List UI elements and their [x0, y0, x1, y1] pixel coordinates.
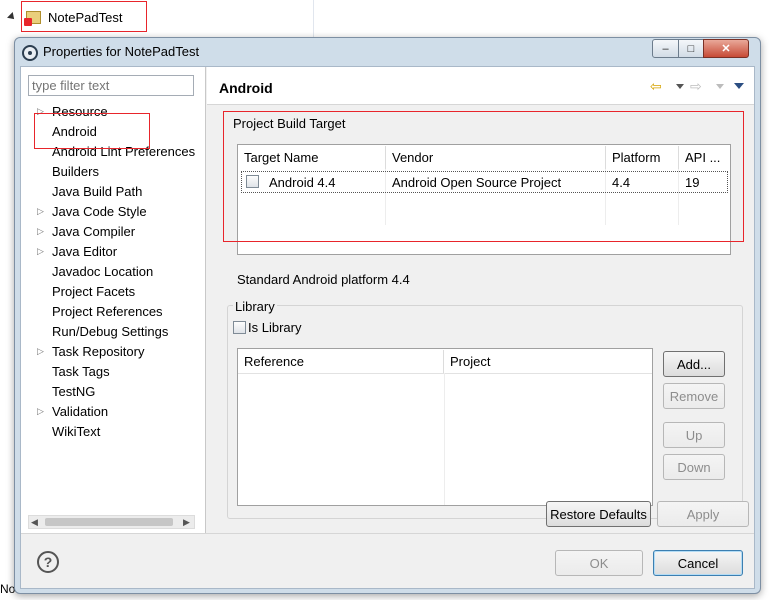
nav-item-label: Java Editor — [52, 243, 118, 259]
nav-item-java-compiler[interactable]: ▷ Java Compiler — [37, 221, 205, 241]
nav-item-java-editor[interactable]: ▷ Java Editor — [37, 241, 205, 261]
nav-item-label: Javadoc Location — [52, 263, 154, 279]
library-reference-table[interactable]: Reference Project — [237, 348, 653, 506]
properties-dialog: Properties for NotePadTest – □ ✕ ▷Resour… — [14, 37, 761, 594]
nav-item-label: Java Build Path — [52, 183, 143, 199]
expand-arrow-icon[interactable]: ▷ — [37, 246, 52, 257]
nav-item-task-repository[interactable]: ▷ Task Repository — [37, 341, 205, 361]
nav-item-label: TestNG — [52, 383, 96, 399]
horizontal-scrollbar[interactable]: ◀ ▶ — [28, 515, 195, 529]
target-description: Standard Android platform 4.4 — [237, 272, 410, 287]
nav-item-label: Builders — [52, 163, 99, 179]
nav-item-label: Validation — [52, 403, 109, 419]
dialog-title: Properties for NotePadTest — [43, 44, 200, 59]
explorer-divider — [313, 0, 314, 40]
expand-arrow-icon[interactable]: ▷ — [37, 206, 52, 217]
back-dropdown-icon[interactable] — [676, 84, 684, 89]
nav-item-label: Project Facets — [52, 283, 136, 299]
nav-item-project-facets[interactable]: Project Facets — [37, 281, 205, 301]
scroll-left-icon[interactable]: ◀ — [31, 517, 38, 528]
nav-item-run-debug-settings[interactable]: Run/Debug Settings — [37, 321, 205, 341]
page-header: Android ⇦ ⇨ — [207, 67, 754, 105]
close-button[interactable]: ✕ — [703, 39, 749, 58]
dialog-titlebar[interactable]: Properties for NotePadTest – □ ✕ — [15, 38, 760, 65]
nav-item-wikitext[interactable]: WikiText — [37, 421, 205, 441]
nav-item-java-build-path[interactable]: Java Build Path — [37, 181, 205, 201]
maximize-button[interactable]: □ — [678, 39, 704, 58]
down-button[interactable]: Down — [663, 454, 725, 480]
minimize-button[interactable]: – — [652, 39, 679, 58]
page-title: Android — [219, 80, 273, 96]
column-header-project[interactable]: Project — [444, 350, 652, 373]
is-library-checkbox[interactable] — [233, 321, 246, 334]
dialog-client-area: ▷Resource Android Android Lint Preferenc… — [20, 66, 755, 589]
cancel-button[interactable]: Cancel — [653, 550, 743, 576]
nav-item-javadoc-location[interactable]: Javadoc Location — [37, 261, 205, 281]
back-arrow-icon[interactable]: ⇦ — [650, 78, 662, 95]
nav-item-label: Task Tags — [52, 363, 110, 379]
footer-divider — [21, 533, 754, 534]
forward-dropdown-icon[interactable] — [716, 84, 724, 89]
is-library-label[interactable]: Is Library — [248, 320, 301, 335]
add-button[interactable]: Add... — [663, 351, 725, 377]
apply-button[interactable]: Apply — [657, 501, 749, 527]
nav-item-validation[interactable]: ▷ Validation — [37, 401, 205, 421]
library-group-label: Library — [233, 299, 277, 314]
forward-arrow-icon[interactable]: ⇨ — [690, 78, 702, 95]
up-button[interactable]: Up — [663, 422, 725, 448]
remove-button[interactable]: Remove — [663, 383, 725, 409]
column-header-reference[interactable]: Reference — [238, 350, 444, 373]
scroll-right-icon[interactable]: ▶ — [183, 517, 190, 528]
expand-arrow-icon[interactable]: ▷ — [37, 406, 52, 417]
expand-arrow-icon[interactable]: ▷ — [37, 346, 52, 357]
annotation-highlight-box — [34, 113, 150, 149]
nav-item-label: Run/Debug Settings — [52, 323, 169, 339]
expand-arrow-icon[interactable]: ▷ — [37, 226, 52, 237]
nav-item-label: Java Compiler — [52, 223, 136, 239]
property-nav-pane: ▷Resource Android Android Lint Preferenc… — [21, 67, 206, 533]
nav-item-java-code-style[interactable]: ▷ Java Code Style — [37, 201, 205, 221]
ok-button[interactable]: OK — [555, 550, 643, 576]
nav-item-project-references[interactable]: Project References — [37, 301, 205, 321]
expand-arrow-icon[interactable] — [7, 12, 17, 22]
filter-input[interactable] — [28, 75, 194, 96]
nav-item-label: Java Code Style — [52, 203, 147, 219]
annotation-highlight-box — [223, 111, 744, 242]
restore-defaults-button[interactable]: Restore Defaults — [546, 501, 651, 527]
view-menu-icon[interactable] — [734, 83, 744, 89]
eclipse-icon — [22, 45, 38, 61]
annotation-highlight-box — [21, 1, 147, 32]
nav-item-label: Task Repository — [52, 343, 145, 359]
nav-item-label: WikiText — [52, 423, 101, 439]
nav-item-task-tags[interactable]: Task Tags — [37, 361, 205, 381]
nav-item-label: Project References — [52, 303, 163, 319]
help-icon[interactable]: ? — [37, 551, 59, 573]
nav-item-builders[interactable]: Builders — [37, 161, 205, 181]
scrollbar-thumb[interactable] — [45, 518, 173, 526]
nav-item-testng[interactable]: TestNG — [37, 381, 205, 401]
